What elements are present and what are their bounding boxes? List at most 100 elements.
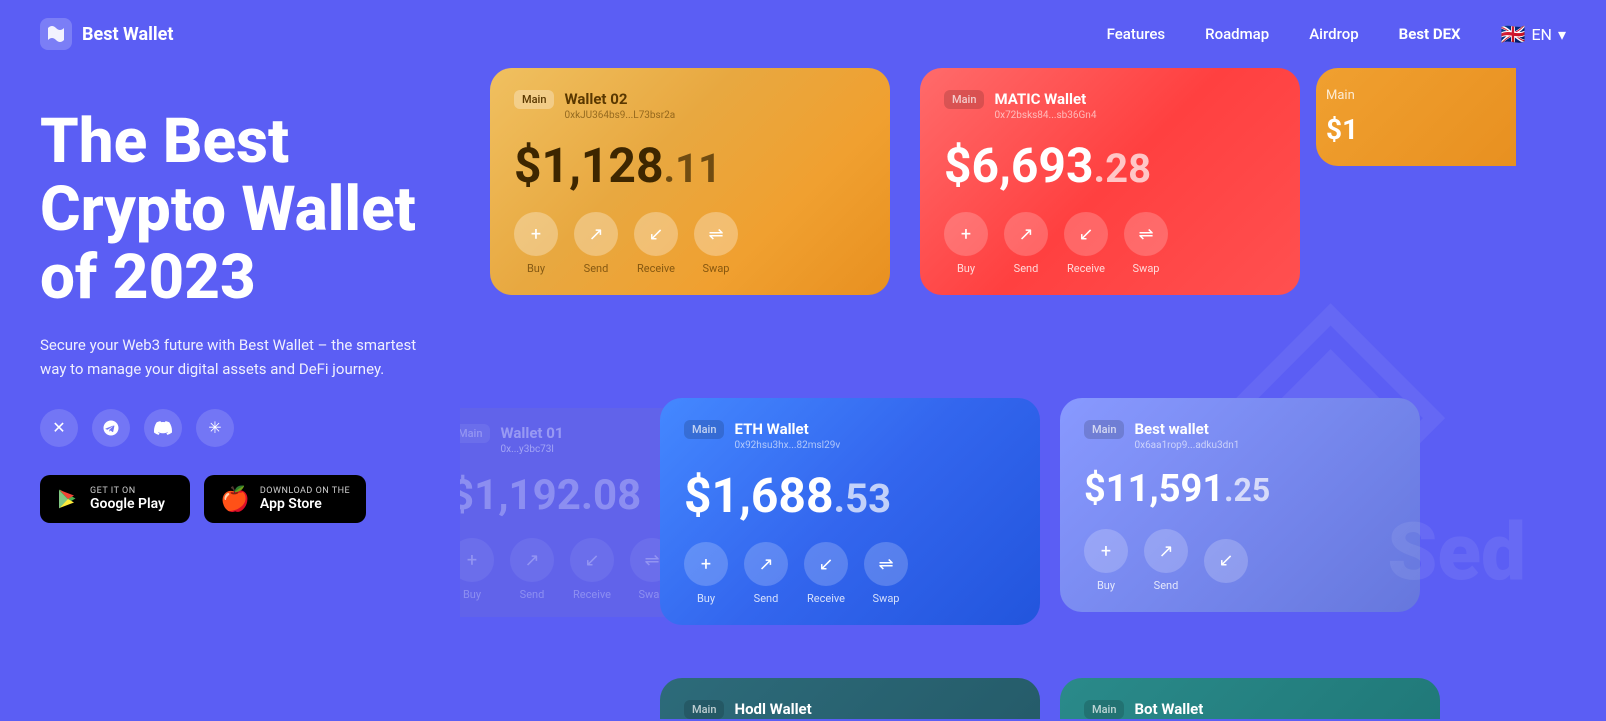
receive-label-01: Receive <box>573 588 611 601</box>
card-action-swap-matic: ⇌ Swap <box>1124 212 1168 275</box>
card-action-swap-02: ⇌ Swap <box>694 212 738 275</box>
swap-label-matic: Swap <box>1133 262 1160 275</box>
partial-card-label: Main <box>1326 88 1506 103</box>
buy-button-matic[interactable]: + <box>944 212 988 256</box>
buy-button-eth[interactable]: + <box>684 542 728 586</box>
card-action-buy-eth: + Buy <box>684 542 728 605</box>
card-action-send-01: ↗ Send <box>510 538 554 601</box>
card-header-eth: Main ETH Wallet 0x92hsu3hx...82msl29v <box>684 420 1016 451</box>
card-action-receive-02: ↙ Receive <box>634 212 678 275</box>
store-buttons: GET IT ON Google Play 🍎 Download on the … <box>40 475 460 523</box>
flag-icon: 🇬🇧 <box>1501 22 1526 46</box>
card-amount-matic: $6,693.28 <box>944 137 1276 194</box>
receive-button-eth[interactable]: ↙ <box>804 542 848 586</box>
send-button-best[interactable]: ↗ <box>1144 529 1188 573</box>
buy-label-eth: Buy <box>697 592 715 605</box>
app-store-button[interactable]: 🍎 Download on the App Store <box>204 475 366 523</box>
nav-bestdex[interactable]: Best DEX <box>1399 25 1461 43</box>
telegram-icon[interactable] <box>92 409 130 447</box>
card-address-best: 0x6aa1rop9...adku3dn1 <box>1134 440 1396 451</box>
wallet-card-02: Main Wallet 02 0xkJU364bs9...L73bsr2a $1… <box>490 68 890 295</box>
receive-button-01[interactable]: ↙ <box>570 538 614 582</box>
card-title-hodl: Hodl Wallet 0xPNFS53os...OLe72bsr <box>734 700 1016 719</box>
card-badge-hodl: Main <box>684 700 724 719</box>
hero-title: The Best Crypto Wallet of 2023 <box>40 108 460 313</box>
x-twitter-icon[interactable]: ✕ <box>40 409 78 447</box>
card-title-bot: Bot Wallet 0xK83s5Tt...O83bsT5 <box>1134 700 1416 719</box>
card-name-bot: Bot Wallet <box>1134 700 1416 718</box>
card-action-send-best: ↗ Send <box>1144 529 1188 592</box>
card-badge-bot: Main <box>1084 700 1124 719</box>
buy-button-02[interactable]: + <box>514 212 558 256</box>
buy-button-01[interactable]: + <box>460 538 494 582</box>
card-action-send-matic: ↗ Send <box>1004 212 1048 275</box>
card-action-buy-01: + Buy <box>460 538 494 601</box>
language-selector[interactable]: 🇬🇧 EN ▾ <box>1501 22 1566 46</box>
card-actions-02: + Buy ↗ Send ↙ Receive ⇌ Swap <box>514 212 866 275</box>
discord-icon[interactable] <box>144 409 182 447</box>
nav-roadmap[interactable]: Roadmap <box>1205 25 1269 43</box>
buy-label-01: Buy <box>463 588 481 601</box>
card-badge-matic: Main <box>944 90 984 109</box>
send-button-01[interactable]: ↗ <box>510 538 554 582</box>
receive-button-best[interactable]: ↙ <box>1204 539 1248 583</box>
partial-card-amount: $1 <box>1326 113 1506 146</box>
card-title-best: Best wallet 0x6aa1rop9...adku3dn1 <box>1134 420 1396 451</box>
receive-button-matic[interactable]: ↙ <box>1064 212 1108 256</box>
card-name-best: Best wallet <box>1134 420 1396 438</box>
google-play-text: GET IT ON Google Play <box>90 486 165 512</box>
send-button-matic[interactable]: ↗ <box>1004 212 1048 256</box>
nav-airdrop[interactable]: Airdrop <box>1309 25 1358 43</box>
card-action-buy-02: + Buy <box>514 212 558 275</box>
navbar: Best Wallet Features Roadmap Airdrop Bes… <box>0 0 1606 68</box>
app-store-text: Download on the App Store <box>260 486 350 512</box>
google-play-button[interactable]: GET IT ON Google Play <box>40 475 190 523</box>
send-button-eth[interactable]: ↗ <box>744 542 788 586</box>
card-address-matic: 0x72bsks84...sb36Gn4 <box>994 110 1276 121</box>
nav-links: Features Roadmap Airdrop Best DEX 🇬🇧 EN … <box>1107 22 1566 46</box>
card-actions-matic: + Buy ↗ Send ↙ Receive ⇌ Swap <box>944 212 1276 275</box>
card-amount-02: $1,128.11 <box>514 137 866 194</box>
wallet-card-matic: Main MATIC Wallet 0x72bsks84...sb36Gn4 $… <box>920 68 1300 295</box>
card-action-buy-matic: + Buy <box>944 212 988 275</box>
wallet-card-partial: Main $1 <box>1316 68 1516 166</box>
swap-label-02: Swap <box>703 262 730 275</box>
swap-button-matic[interactable]: ⇌ <box>1124 212 1168 256</box>
logo[interactable]: Best Wallet <box>40 18 173 50</box>
wallet-card-bot: Main Bot Wallet 0xK83s5Tt...O83bsT5 <box>1060 678 1440 719</box>
swap-button-eth[interactable]: ⇌ <box>864 542 908 586</box>
card-badge-eth: Main <box>684 420 724 439</box>
buy-label-best: Buy <box>1097 579 1115 592</box>
send-label-matic: Send <box>1014 262 1039 275</box>
swap-button-02[interactable]: ⇌ <box>694 212 738 256</box>
google-play-icon <box>56 487 80 511</box>
card-amount-eth: $1,688.53 <box>684 467 1016 524</box>
receive-label-matic: Receive <box>1067 262 1105 275</box>
other-social-icon[interactable]: ✳ <box>196 409 234 447</box>
card-action-buy-best: + Buy <box>1084 529 1128 592</box>
wallet-card-best: Main Best wallet 0x6aa1rop9...adku3dn1 $… <box>1060 398 1420 612</box>
send-button-02[interactable]: ↗ <box>574 212 618 256</box>
buy-button-best[interactable]: + <box>1084 529 1128 573</box>
send-label-eth: Send <box>754 592 779 605</box>
card-name-02: Wallet 02 <box>564 90 866 108</box>
card-action-receive-eth: ↙ Receive <box>804 542 848 605</box>
nav-features[interactable]: Features <box>1107 25 1165 43</box>
card-badge-01: Main <box>460 424 490 443</box>
card-action-swap-eth: ⇌ Swap <box>864 542 908 605</box>
wallet-card-eth: Main ETH Wallet 0x92hsu3hx...82msl29v $1… <box>660 398 1040 625</box>
receive-button-02[interactable]: ↙ <box>634 212 678 256</box>
swap-label-eth: Swap <box>873 592 900 605</box>
wallet-card-hodl: Main Hodl Wallet 0xPNFS53os...OLe72bsr <box>660 678 1040 719</box>
hero-section: The Best Crypto Wallet of 2023 Secure yo… <box>0 68 1606 719</box>
card-name-hodl: Hodl Wallet <box>734 700 1016 718</box>
card-action-receive-01: ↙ Receive <box>570 538 614 601</box>
card-header-bot: Main Bot Wallet 0xK83s5Tt...O83bsT5 <box>1084 700 1416 719</box>
card-amount-best: $11,591.25 <box>1084 467 1396 511</box>
card-action-send-02: ↗ Send <box>574 212 618 275</box>
card-header-matic: Main MATIC Wallet 0x72bsks84...sb36Gn4 <box>944 90 1276 121</box>
card-actions-best: + Buy ↗ Send ↙ <box>1084 529 1396 592</box>
card-badge-best: Main <box>1084 420 1124 439</box>
lang-label: EN <box>1531 25 1552 44</box>
buy-label-matic: Buy <box>957 262 975 275</box>
